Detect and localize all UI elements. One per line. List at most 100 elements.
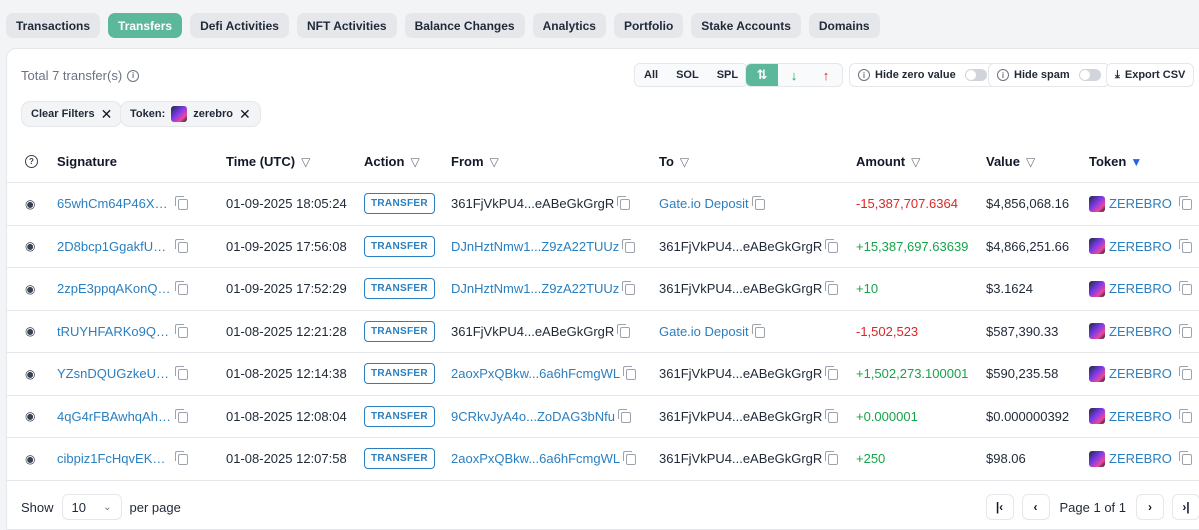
filter-icon[interactable]: ▽ — [680, 155, 689, 169]
from-address[interactable]: DJnHztNmw1...Z9zA22TUUz — [451, 281, 619, 296]
transfers-panel: Total 7 transfer(s) i All SOL SPL ⇅ ↓ ↑ … — [6, 48, 1199, 530]
pagination-footer: Show 10 ⌄ per page |‹ ‹ Page 1 of 1 › ›| — [7, 485, 1199, 529]
filter-icon[interactable]: ▽ — [911, 155, 920, 169]
filter-all-button[interactable]: All — [635, 64, 667, 86]
eye-icon[interactable]: ◉ — [25, 396, 35, 438]
token-filter-chip[interactable]: Token: zerebro ✕ — [120, 101, 261, 127]
copy-icon[interactable] — [622, 238, 636, 253]
copy-icon[interactable] — [617, 196, 631, 211]
hide-zero-toggle[interactable]: i Hide zero value — [849, 63, 996, 87]
eye-icon[interactable]: ◉ — [25, 183, 35, 225]
to-address[interactable]: Gate.io Deposit — [659, 324, 749, 339]
from-address[interactable]: 2aoxPxQBkw...6a6hFcmgWL — [451, 451, 620, 466]
close-icon[interactable]: ✕ — [101, 106, 113, 123]
copy-icon[interactable] — [175, 238, 188, 253]
to-address[interactable]: Gate.io Deposit — [659, 196, 749, 211]
export-csv-button[interactable]: ⤓ Export CSV — [1106, 63, 1195, 87]
tab-portfolio[interactable]: Portfolio — [613, 13, 684, 38]
tab-transfers[interactable]: Transfers — [108, 13, 183, 38]
token-link[interactable]: ZEREBRO — [1109, 366, 1172, 381]
filter-icon[interactable]: ▽ — [1026, 155, 1035, 169]
copy-icon[interactable] — [175, 408, 188, 423]
copy-icon[interactable] — [825, 366, 839, 381]
token-link[interactable]: ZEREBRO — [1109, 196, 1172, 211]
copy-icon[interactable] — [1178, 238, 1192, 253]
signature-link[interactable]: 2zpE3ppqAKonQAd... — [57, 281, 172, 296]
copy-icon[interactable] — [1178, 281, 1192, 296]
filter-spl-button[interactable]: SPL — [708, 64, 747, 86]
hide-zero-switch[interactable] — [964, 69, 987, 81]
info-icon[interactable]: i — [127, 69, 140, 82]
signature-link[interactable]: tRUYHFARKo9Q67m... — [57, 324, 172, 339]
tab-analytics[interactable]: Analytics — [532, 13, 606, 38]
from-address[interactable]: 9CRkvJyA4o...ZoDAG3bNfu — [451, 409, 615, 424]
signature-link[interactable]: YZsnDQUGzkeUPd8... — [57, 366, 172, 381]
both-arrows-icon[interactable]: ⇅ — [746, 64, 778, 86]
hide-spam-toggle[interactable]: i Hide spam — [988, 63, 1110, 87]
copy-icon[interactable] — [175, 366, 188, 381]
from-address[interactable]: DJnHztNmw1...Z9zA22TUUz — [451, 239, 619, 254]
tab-stake-accounts[interactable]: Stake Accounts — [691, 13, 801, 38]
page-size-select[interactable]: 10 ⌄ — [61, 494, 122, 520]
tab-defi-activities[interactable]: Defi Activities — [190, 13, 289, 38]
filter-icon[interactable]: ▽ — [410, 155, 419, 169]
copy-icon[interactable] — [825, 451, 839, 466]
filter-sol-button[interactable]: SOL — [667, 64, 708, 86]
copy-icon[interactable] — [825, 238, 839, 253]
close-icon[interactable]: ✕ — [239, 106, 251, 123]
copy-icon[interactable] — [825, 408, 839, 423]
copy-icon[interactable] — [1178, 196, 1192, 211]
eye-icon[interactable]: ◉ — [25, 438, 35, 480]
clear-filters-chip[interactable]: Clear Filters ✕ — [21, 101, 123, 127]
signature-link[interactable]: 2D8bcp1GgakfUwjuj... — [57, 239, 172, 254]
copy-icon[interactable] — [751, 196, 765, 211]
copy-icon[interactable] — [175, 451, 188, 466]
from-address[interactable]: 2aoxPxQBkw...6a6hFcmgWL — [451, 366, 620, 381]
copy-icon[interactable] — [175, 196, 188, 211]
filter-icon[interactable]: ▽ — [490, 155, 499, 169]
token-link[interactable]: ZEREBRO — [1109, 409, 1172, 424]
signature-link[interactable]: 65whCm64P46Xe8j... — [57, 196, 172, 211]
token-link[interactable]: ZEREBRO — [1109, 239, 1172, 254]
copy-icon[interactable] — [618, 408, 632, 423]
first-page-button[interactable]: |‹ — [985, 494, 1014, 520]
tab-balance-changes[interactable]: Balance Changes — [404, 13, 525, 38]
copy-icon[interactable] — [623, 366, 637, 381]
signature-link[interactable]: 4qG4rFBAwhqAh2Di... — [57, 409, 172, 424]
tab-transactions[interactable]: Transactions — [6, 13, 101, 38]
copy-icon[interactable] — [751, 323, 765, 338]
tab-nft-activities[interactable]: NFT Activities — [296, 13, 397, 38]
hide-spam-switch[interactable] — [1078, 69, 1101, 81]
copy-icon[interactable] — [175, 323, 188, 338]
token-link[interactable]: ZEREBRO — [1109, 451, 1172, 466]
copy-icon[interactable] — [1178, 366, 1192, 381]
signature-link[interactable]: cibpiz1FcHqvEK6Fa... — [57, 451, 172, 466]
prev-page-button[interactable]: ‹ — [1021, 494, 1050, 520]
filter-icon[interactable]: ▽ — [301, 155, 310, 169]
token-logo-icon — [1089, 408, 1105, 425]
eye-icon[interactable]: ◉ — [25, 268, 35, 310]
copy-icon[interactable] — [1178, 408, 1192, 423]
next-page-button[interactable]: › — [1136, 494, 1164, 520]
eye-icon[interactable]: ◉ — [25, 353, 35, 395]
eye-icon[interactable]: ◉ — [25, 311, 35, 353]
pager: |‹ ‹ Page 1 of 1 › ›| — [985, 494, 1199, 520]
value-cell: $4,856,068.16 — [986, 196, 1070, 212]
arrow-down-icon[interactable]: ↓ — [778, 64, 810, 86]
copy-icon[interactable] — [617, 323, 631, 338]
last-page-button[interactable]: ›| — [1172, 494, 1199, 520]
help-icon[interactable]: ? — [25, 141, 38, 182]
token-link[interactable]: ZEREBRO — [1109, 281, 1172, 296]
eye-icon[interactable]: ◉ — [25, 226, 35, 268]
copy-icon[interactable] — [1178, 451, 1192, 466]
copy-icon[interactable] — [175, 281, 188, 296]
copy-icon[interactable] — [1178, 323, 1192, 338]
token-link[interactable]: ZEREBRO — [1109, 324, 1172, 339]
copy-icon[interactable] — [825, 281, 839, 296]
tab-domains[interactable]: Domains — [808, 13, 880, 38]
copy-icon[interactable] — [622, 281, 636, 296]
copy-icon[interactable] — [623, 451, 637, 466]
page-indicator: Page 1 of 1 — [1059, 499, 1127, 515]
filter-active-icon[interactable]: ▼ — [1130, 155, 1142, 169]
arrow-up-icon[interactable]: ↑ — [810, 64, 842, 86]
